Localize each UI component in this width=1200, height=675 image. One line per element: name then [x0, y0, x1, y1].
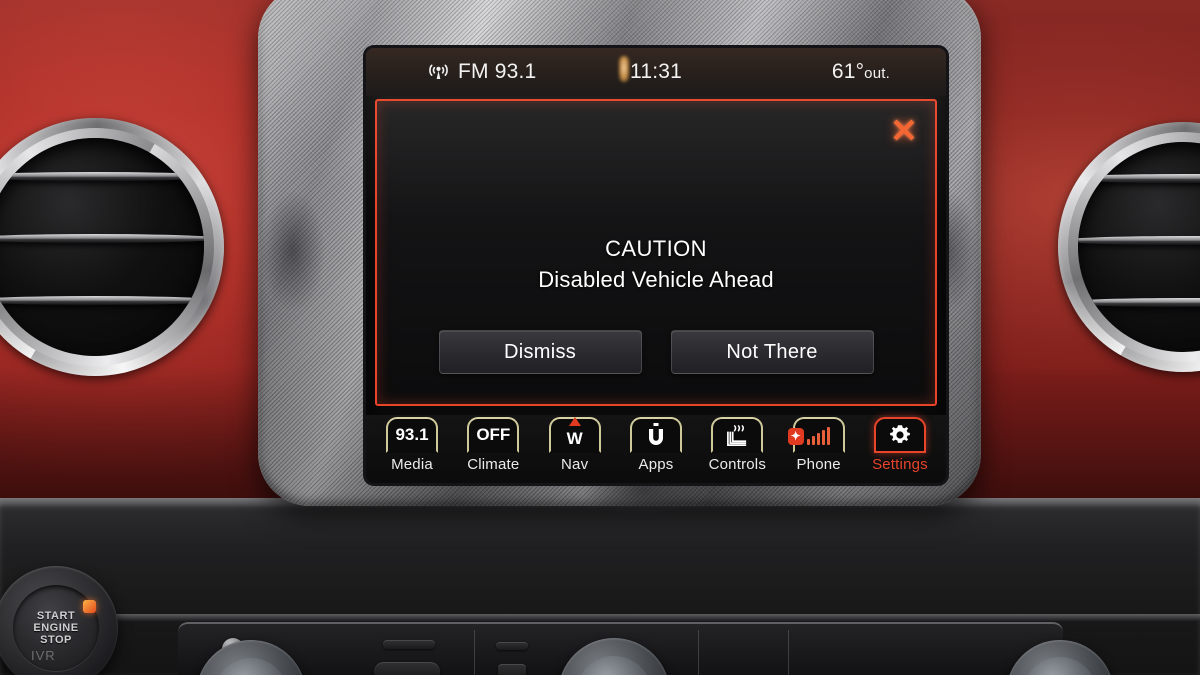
uconnect-apps-icon — [629, 417, 682, 453]
start-button-face: START ENGINE STOP — [13, 585, 99, 671]
infotainment-screenshot: START ENGINE STOP IVR FM 93.1 11:31 61°o… — [0, 0, 1200, 675]
alert-message: CAUTION Disabled Vehicle Ahead — [377, 236, 935, 293]
panel-button-1[interactable] — [383, 640, 435, 649]
taskbar-label-nav: Nav — [561, 456, 589, 473]
taskbar-label-media: Media — [391, 456, 433, 473]
taskbar-label-climate: Climate — [467, 456, 520, 473]
start-button-indicator-icon — [83, 600, 96, 613]
alert-subtitle: Disabled Vehicle Ahead — [538, 267, 774, 292]
taskbar-item-apps[interactable]: Apps — [618, 417, 694, 473]
nav-north-arrow-icon — [568, 417, 581, 426]
bluetooth-badge-icon: ✦ — [787, 428, 804, 445]
media-frequency-text: 93.1 — [395, 425, 429, 444]
taskbar: 93.1 Media OFF Climate W Nav Apps Contro… — [366, 415, 946, 483]
uconnect-screen[interactable]: FM 93.1 11:31 61°out. ✕ CAUTION Disabled… — [366, 48, 946, 483]
start-line-2: ENGINE — [33, 622, 79, 634]
taskbar-item-climate[interactable]: OFF Climate — [455, 417, 531, 473]
taskbar-item-settings[interactable]: Settings — [862, 417, 938, 473]
panel-button-3[interactable] — [374, 662, 440, 675]
gear-icon — [873, 417, 926, 453]
taskbar-item-media[interactable]: 93.1 Media — [374, 417, 450, 473]
taskbar-item-controls[interactable]: Controls — [699, 417, 775, 473]
start-line-1: START — [36, 610, 76, 622]
taskbar-label-controls: Controls — [708, 456, 767, 473]
start-button-sub-label: IVR — [31, 648, 56, 663]
status-source-label: FM 93.1 — [458, 60, 537, 83]
signal-bars-icon — [807, 425, 831, 445]
alert-title: CAUTION — [605, 236, 707, 261]
status-temperature: 61°out. — [832, 60, 890, 84]
not-there-button[interactable]: Not There — [670, 330, 874, 374]
panel-button-4[interactable] — [498, 664, 526, 675]
status-bar: FM 93.1 11:31 61°out. — [366, 48, 946, 96]
taskbar-label-phone: Phone — [796, 456, 841, 473]
climate-off-icon: OFF — [467, 417, 520, 453]
status-indicator-lamp-icon — [619, 56, 629, 82]
nav-heading-text: W — [566, 428, 583, 448]
gear-glyph — [890, 425, 910, 443]
status-clock: 11:31 — [630, 60, 682, 83]
dismiss-button[interactable]: Dismiss — [438, 330, 642, 374]
status-temp-value: 61° — [831, 60, 865, 83]
heated-seat-glyph — [726, 425, 746, 446]
traffic-alert-dialog: ✕ CAUTION Disabled Vehicle Ahead Dismiss… — [375, 99, 937, 406]
start-line-3: STOP — [40, 634, 72, 646]
uconnect-u-glyph — [648, 423, 663, 445]
dash-seam — [0, 614, 1200, 621]
radio-frequency-icon: 93.1 — [386, 417, 438, 453]
climate-state-text: OFF — [476, 425, 511, 444]
taskbar-item-nav[interactable]: W Nav — [537, 417, 613, 473]
heated-seat-icon — [711, 417, 764, 453]
taskbar-item-phone[interactable]: ✦ Phone — [781, 417, 857, 473]
bluetooth-signal-icon: ✦ — [787, 417, 845, 453]
status-temp-unit: out. — [864, 65, 890, 82]
taskbar-label-settings: Settings — [872, 456, 928, 473]
radio-antenna-icon — [429, 64, 448, 79]
alert-actions: Dismiss Not There — [377, 330, 935, 374]
panel-button-2[interactable] — [496, 642, 528, 650]
compass-heading-icon: W — [548, 417, 601, 453]
status-source[interactable]: FM 93.1 — [428, 60, 536, 84]
taskbar-label-apps: Apps — [638, 456, 674, 473]
close-icon[interactable]: ✕ — [887, 113, 921, 147]
